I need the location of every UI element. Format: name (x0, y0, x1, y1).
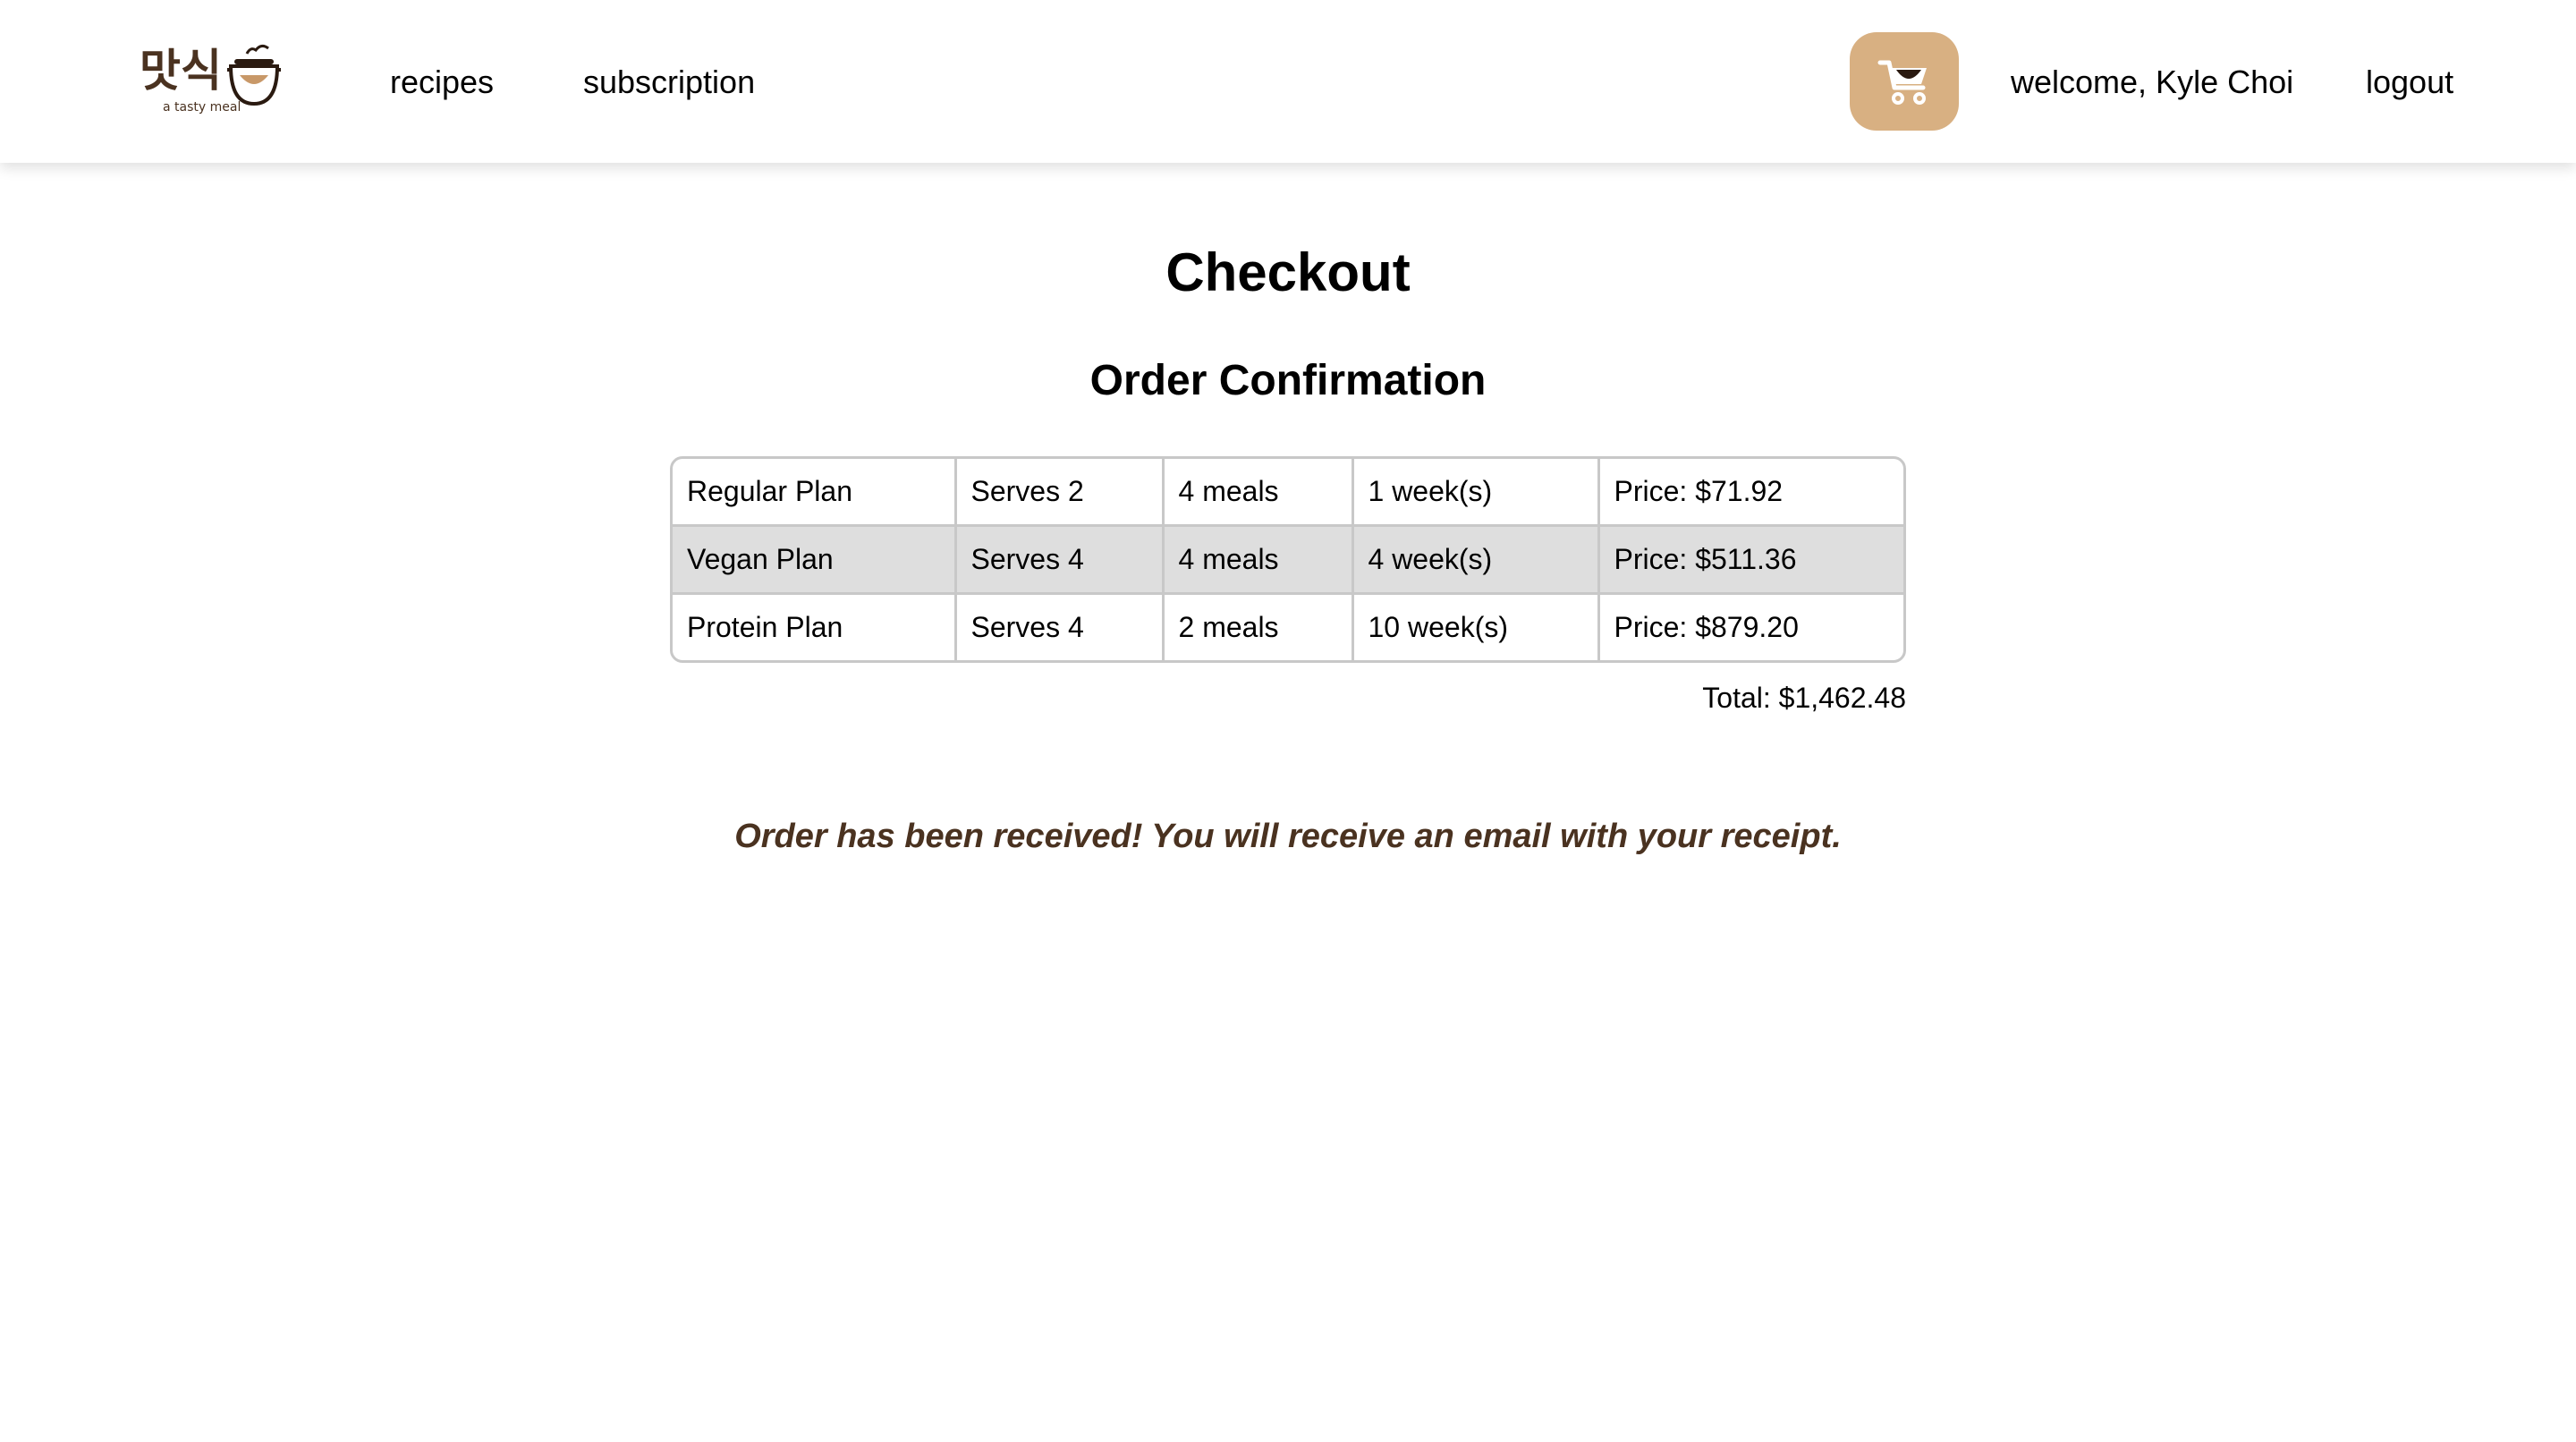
welcome-text: welcome, Kyle Choi (2011, 64, 2294, 100)
weeks-cell: 4 week(s) (1352, 525, 1600, 595)
weeks-cell: 1 week(s) (1352, 459, 1600, 527)
price-cell: Price: $879.20 (1614, 611, 1799, 643)
table-row: Protein Plan Serves 4 2 meals 10 week(s)… (673, 593, 1903, 660)
confirmation-message: Order has been received! You will receiv… (734, 818, 1842, 855)
section-title: Order Confirmation (1089, 357, 1487, 404)
serves-cell: Serves 4 (955, 593, 1165, 660)
svg-text:맛식: 맛식 (140, 45, 222, 97)
table-row: Regular Plan Serves 2 4 meals 1 week(s) … (673, 459, 1903, 527)
table-row: Vegan Plan Serves 4 4 meals 4 week(s) Pr… (673, 525, 1903, 595)
price-cell: Price: $71.92 (1598, 459, 1903, 527)
plan-cell: Protein Plan (673, 593, 957, 660)
price-cell: Price: $511.36 (1598, 525, 1903, 595)
order-table: Regular Plan Serves 2 4 meals 1 week(s) … (673, 459, 1903, 660)
order-total: Total: $1,462.48 (1702, 682, 1906, 714)
shopping-cart-icon (1877, 60, 1927, 105)
meals-cell: 2 meals (1163, 593, 1354, 660)
brand-logo[interactable]: 맛식 a tasty meal (138, 39, 281, 116)
nav-link-subscription[interactable]: subscription (583, 63, 755, 102)
weeks-cell: 10 week(s) (1352, 593, 1600, 660)
plan-cell: Vegan Plan (673, 525, 957, 595)
serves-cell: Serves 2 (955, 459, 1165, 527)
logout-link[interactable]: logout (2366, 63, 2453, 102)
order-table-container: Regular Plan Serves 2 4 meals 1 week(s) … (670, 456, 1906, 663)
cart-button[interactable] (1850, 32, 1959, 131)
logo-pot-icon: 맛식 a tasty meal (140, 44, 281, 115)
meals-cell: 4 meals (1163, 525, 1354, 595)
page-title: Checkout (1165, 242, 1411, 302)
top-navbar: 맛식 a tasty meal recipes subscription wel… (0, 0, 2576, 163)
serves-cell: Serves 4 (955, 525, 1165, 595)
plan-cell: Regular Plan (673, 459, 957, 527)
nav-link-recipes[interactable]: recipes (390, 63, 494, 102)
meals-cell: 4 meals (1163, 459, 1354, 527)
svg-text:a tasty meal: a tasty meal (163, 100, 241, 115)
